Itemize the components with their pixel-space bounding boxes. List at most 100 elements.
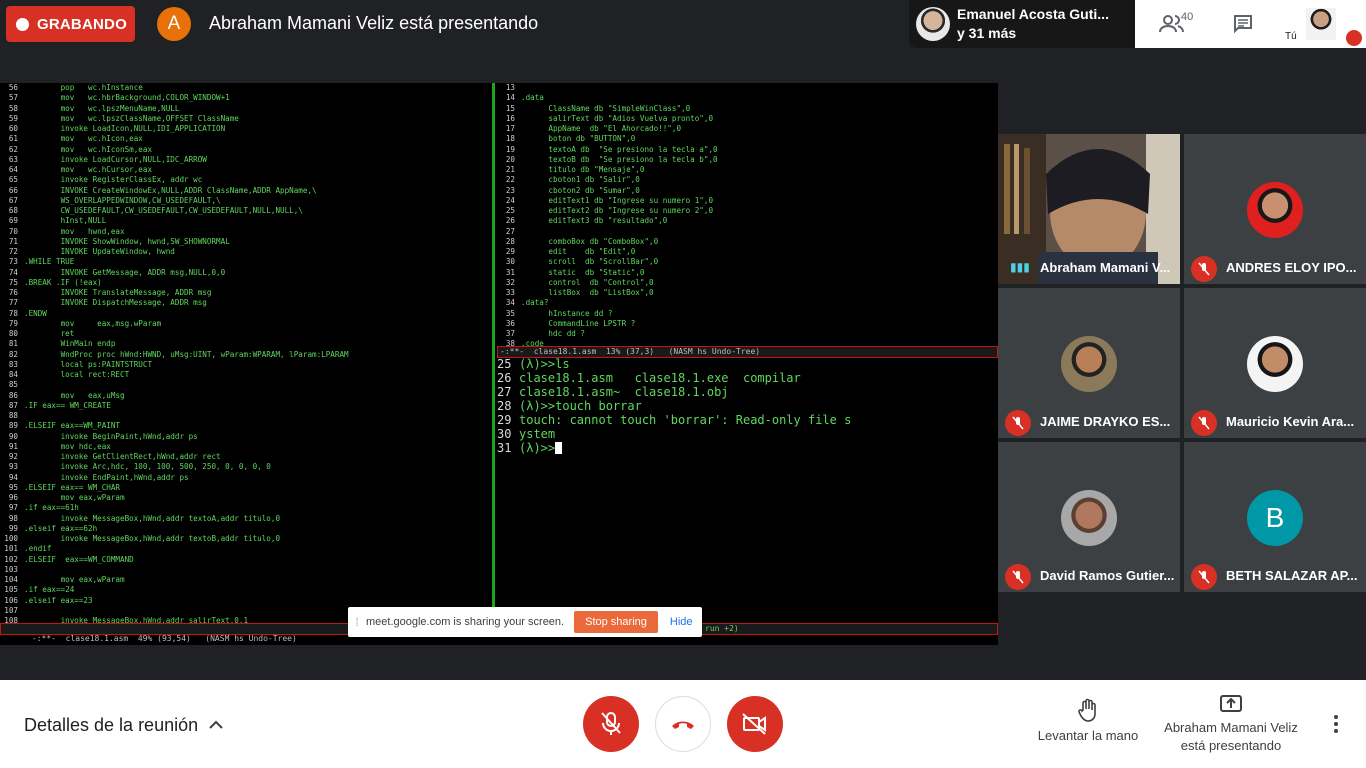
line-number: 71: [8, 236, 18, 246]
code-line: 103: [0, 565, 494, 575]
mic-toggle-button[interactable]: [583, 696, 639, 752]
code-line: 33 listBox db "ListBox",0: [497, 288, 996, 298]
participant-avatar: [1247, 182, 1303, 238]
drag-handle-icon[interactable]: ⁞: [348, 615, 366, 629]
chat-icon[interactable]: [1233, 14, 1253, 33]
participant-tile[interactable]: JAIME DRAYKO ES...: [998, 288, 1180, 438]
line-number: 101: [4, 544, 18, 554]
pane-divider[interactable]: [492, 83, 495, 629]
participant-tile[interactable]: ANDRES ELOY IPO...: [1184, 134, 1366, 284]
code-text: INVOKE UpdateWindow, hwnd: [24, 247, 175, 256]
self-video-thumb[interactable]: [1306, 8, 1336, 40]
code-text: local ps:PAINTSTRUCT: [24, 359, 153, 369]
terminal-text: (λ)>>ls: [519, 357, 570, 371]
code-line: 82 WndProc proc hWnd:HWND, uMsg:UINT, wP…: [0, 350, 494, 360]
speaker-name: Emanuel Acosta Guti...: [957, 6, 1109, 22]
leave-call-button[interactable]: [655, 696, 711, 752]
line-number: 107: [4, 605, 18, 615]
code-text: INVOKE TranslateMessage, ADDR msg: [24, 288, 212, 297]
code-line: 95 .ELSEIF eax== WM_CHAR: [0, 483, 494, 493]
participant-initial-avatar: B: [1247, 490, 1303, 546]
presenting-button[interactable]: Abraham Mamani Veliz está presentando: [1158, 694, 1304, 755]
code-text: editText3 db "resultado",0: [521, 216, 668, 226]
code-line: 26 editText3 db "resultado",0: [497, 216, 996, 226]
code-text: invoke MessageBox,hWnd,addr textoB,addr …: [24, 534, 281, 543]
code-line: 85: [0, 380, 494, 390]
line-number: 96: [8, 493, 18, 502]
participant-name: ANDRES ELOY IPO...: [1226, 260, 1357, 275]
editor-left-pane: 56 pop wc.hInstance 57 mov wc.hbrBackgrou…: [0, 83, 494, 625]
mic-off-icon: [1005, 564, 1031, 590]
line-number: 86: [8, 390, 18, 400]
code-line: 104 mov eax,wParam: [0, 575, 494, 585]
line-number: 18: [505, 134, 515, 144]
code-line: 13: [497, 83, 996, 93]
code-text: .elseif eax==62h: [24, 523, 98, 533]
line-number: 26: [497, 371, 512, 385]
code-line: 99 .elseif eax==62h: [0, 524, 494, 534]
code-line: 25 editText2 db "Ingrese su numero 2",0: [497, 206, 996, 216]
line-number: 22: [505, 175, 515, 185]
hand-icon: [1078, 698, 1096, 722]
code-line: 61 mov wc.hIcon,eax: [0, 134, 494, 144]
participant-tile[interactable]: B BETH SALAZAR AP...: [1184, 442, 1366, 592]
terminal-pane[interactable]: 25 (λ)>>ls 26 clase18.1.asm clase18.1.exe c…: [497, 357, 996, 537]
line-number: 94: [8, 472, 18, 482]
line-number: 99: [8, 523, 18, 533]
code-line: 71 INVOKE ShowWindow, hwnd,SW_SHOWNORMAL: [0, 237, 494, 247]
code-text: mov hwnd,eax: [24, 226, 125, 236]
recording-badge[interactable]: GRABANDO: [6, 6, 135, 42]
code-line: 22 cboton1 db "Salir",0: [497, 175, 996, 185]
code-line: 57 mov wc.hbrBackground,COLOR_WINDOW+1: [0, 93, 494, 103]
code-line: 80 ret: [0, 329, 494, 339]
editor-right-pane: 13 14 .data 15 ClassName db "SimpleWinClass…: [497, 83, 996, 348]
chevron-up-icon[interactable]: [208, 718, 224, 730]
camera-toggle-button[interactable]: [727, 696, 783, 752]
code-line: 28 comboBox db "ComboBox",0: [497, 237, 996, 247]
code-line: 73 .WHILE TRUE: [0, 257, 494, 267]
meeting-details-button[interactable]: Detalles de la reunión: [24, 715, 198, 736]
participant-tile[interactable]: Mauricio Kevin Ara...: [1184, 288, 1366, 438]
code-line: 59 mov wc.lpszClassName,OFFSET ClassName: [0, 114, 494, 124]
presenter-avatar: A: [157, 7, 191, 41]
line-number: 14: [505, 93, 515, 103]
raise-hand-button[interactable]: Levantar la mano: [1030, 698, 1146, 745]
more-options-icon[interactable]: [1328, 714, 1344, 734]
code-line: 16 salirText db "Adios Vuelva pronto",0: [497, 114, 996, 124]
line-number: 79: [8, 318, 18, 328]
mic-off-icon: [601, 712, 621, 735]
code-line: 102 .ELSEIF eax==WM_COMMAND: [0, 555, 494, 565]
code-line: 78 .ENDW: [0, 309, 494, 319]
code-line: 106 .elseif eax==23: [0, 596, 494, 606]
participant-tile[interactable]: ▮▮▮ Abraham Mamani V...: [998, 134, 1180, 284]
code-line: 36 CommandLine LPSTR ?: [497, 319, 996, 329]
code-text: local rect:RECT: [24, 370, 130, 379]
participant-avatar: [1061, 490, 1117, 546]
stop-sharing-button[interactable]: Stop sharing: [574, 611, 658, 633]
line-number: 25: [497, 357, 512, 371]
hide-button[interactable]: Hide: [670, 616, 693, 628]
line-number: 17: [505, 124, 515, 133]
code-line: 19 textoA db "Se presiono la tecla a",0: [497, 145, 996, 155]
code-line: 31 static db "Static",0: [497, 268, 996, 278]
line-number: 82: [8, 349, 18, 359]
code-text: mov eax,wParam: [24, 493, 125, 502]
code-line: 23 cboton2 db "Sumar",0: [497, 186, 996, 196]
self-mic-off-icon: [1346, 30, 1362, 46]
active-speaker-box[interactable]: Emanuel Acosta Guti... y 31 más: [909, 0, 1135, 48]
code-line: 15 ClassName db "SimpleWinClass",0: [497, 104, 996, 114]
code-line: 76 INVOKE TranslateMessage, ADDR msg: [0, 288, 494, 298]
code-text: pop wc.hInstance: [24, 83, 143, 92]
line-number: 28: [505, 236, 515, 246]
participant-tile[interactable]: David Ramos Gutier...: [998, 442, 1180, 592]
line-number: 67: [8, 195, 18, 205]
code-line: 90 invoke BeginPaint,hWnd,addr ps: [0, 432, 494, 442]
code-line: 69 hInst,NULL: [0, 216, 494, 226]
present-screen-icon: [1220, 695, 1242, 712]
code-text: mov wc.lpszClassName,OFFSET ClassName: [24, 113, 239, 123]
line-number: 100: [4, 534, 18, 543]
line-number: 31: [497, 441, 512, 455]
code-text: INVOKE DispatchMessage, ADDR msg: [24, 298, 207, 308]
code-text: .ELSEIF eax==WM_COMMAND: [24, 554, 134, 564]
code-text: .BREAK .IF (!eax): [24, 277, 102, 287]
